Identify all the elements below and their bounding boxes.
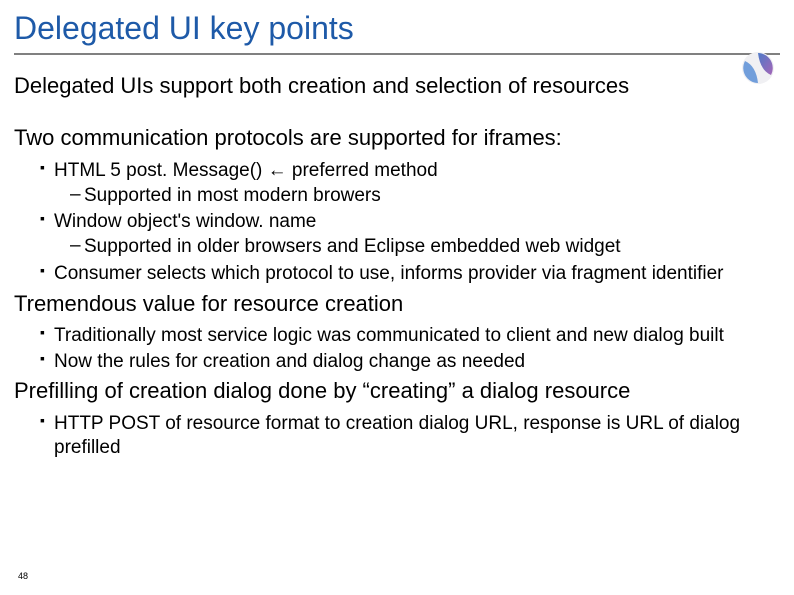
slide: Delegated UI key points Delegated UIs su… xyxy=(0,0,794,595)
bullet-list: Traditionally most service logic was com… xyxy=(14,323,780,375)
bullet-item: Window object's window. name Supported i… xyxy=(40,209,780,261)
sub-bullet-list: Supported in older browsers and Eclipse … xyxy=(54,234,780,260)
bullet-item: Consumer selects which protocol to use, … xyxy=(40,261,780,287)
page-number: 48 xyxy=(18,571,28,581)
slide-content: Delegated UIs support both creation and … xyxy=(0,55,794,460)
slide-title: Delegated UI key points xyxy=(0,10,794,51)
bullet-item: HTML 5 post. Message() ← preferred metho… xyxy=(40,158,780,210)
logo-icon xyxy=(740,50,776,86)
sub-bullet-item: Supported in older browsers and Eclipse … xyxy=(70,234,780,260)
bullet-list: HTML 5 post. Message() ← preferred metho… xyxy=(14,158,780,287)
sub-bullet-list: Supported in most modern browers xyxy=(54,183,780,209)
bullet-item: HTTP POST of resource format to creation… xyxy=(40,411,780,461)
section-heading: Delegated UIs support both creation and … xyxy=(14,73,780,99)
bullet-list: HTTP POST of resource format to creation… xyxy=(14,411,780,461)
section-heading: Tremendous value for resource creation xyxy=(14,291,780,317)
bullet-text: HTML 5 post. Message() ← preferred metho… xyxy=(54,160,438,181)
bullet-item: Traditionally most service logic was com… xyxy=(40,323,780,349)
section-heading: Prefilling of creation dialog done by “c… xyxy=(14,378,780,404)
bullet-text: Window object's window. name xyxy=(54,211,316,232)
sub-bullet-item: Supported in most modern browers xyxy=(70,183,780,209)
bullet-item: Now the rules for creation and dialog ch… xyxy=(40,349,780,375)
section-heading: Two communication protocols are supporte… xyxy=(14,125,780,151)
